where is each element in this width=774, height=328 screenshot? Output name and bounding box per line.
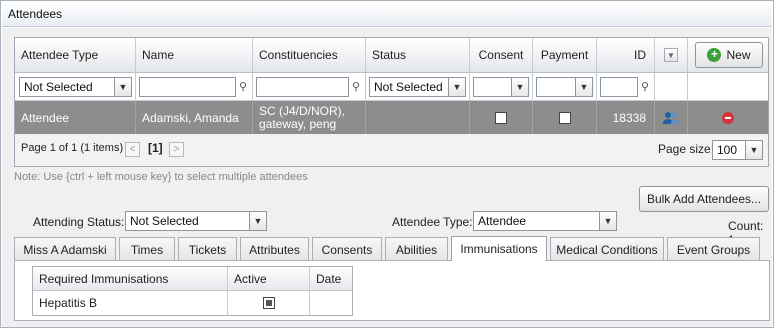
chevron-down-icon[interactable]: ▼ xyxy=(249,212,266,230)
filter-name-input[interactable] xyxy=(139,77,236,97)
filter-constituencies-cell: ⚲ xyxy=(253,73,366,100)
chevron-down-icon[interactable]: ▼ xyxy=(575,78,592,96)
column-header-payment[interactable]: Payment xyxy=(533,38,597,72)
column-header-consent[interactable]: Consent xyxy=(470,38,533,72)
column-header-active[interactable]: Active xyxy=(228,267,310,290)
attendee-type-select[interactable]: Attendee ▼ xyxy=(473,211,617,231)
filter-payment-select[interactable]: ▼ xyxy=(536,77,593,97)
attendee-type-value: Attendee xyxy=(478,214,527,228)
filter-name-cell: ⚲ xyxy=(136,73,253,100)
filter-id-cell: ⚲ xyxy=(597,73,655,100)
tab-tickets[interactable]: Tickets xyxy=(178,237,237,261)
column-header-name[interactable]: Name xyxy=(136,38,253,72)
new-cell: + New xyxy=(688,38,768,72)
row-attendee-type: Attendee xyxy=(15,101,136,134)
immunisations-panel: Required Immunisations Active Date Hepat… xyxy=(14,260,770,321)
person-icon[interactable] xyxy=(663,111,679,125)
filter-attendee-type-select[interactable]: Not Selected ▼ xyxy=(19,77,132,97)
grid-header-row: Attendee Type Name Constituencies Status… xyxy=(15,38,768,73)
tab-abilities[interactable]: Abilities xyxy=(385,237,448,261)
pager-prev-button[interactable]: < xyxy=(125,142,140,157)
column-header-required-immunisations[interactable]: Required Immunisations xyxy=(33,267,228,290)
table-row[interactable]: Attendee Adamski, Amanda SC (J4/D/NOR), … xyxy=(15,101,768,134)
pager-current-page[interactable]: [1] xyxy=(148,141,163,155)
filter-status-cell: Not Selected ▼ xyxy=(366,73,470,100)
filter-consent-select[interactable]: ▼ xyxy=(473,77,529,97)
new-button[interactable]: + New xyxy=(695,42,763,68)
selection-note: Note: Use {ctrl + left mouse key} to sel… xyxy=(14,171,308,183)
filter-status-value: Not Selected xyxy=(374,80,443,94)
tab-immunisations[interactable]: Immunisations xyxy=(451,236,547,261)
filter-id-input[interactable] xyxy=(600,77,638,97)
filter-icon[interactable]: ⚲ xyxy=(239,80,249,94)
attendees-grid: Attendee Type Name Constituencies Status… xyxy=(14,37,769,167)
attending-status-select[interactable]: Not Selected ▼ xyxy=(125,211,267,231)
pager-next-button[interactable]: > xyxy=(169,142,184,157)
immunisation-date xyxy=(310,291,352,315)
column-header-attendee-type[interactable]: Attendee Type xyxy=(15,38,136,72)
pager-info: Page 1 of 1 (1 items) xyxy=(21,142,124,154)
row-id: 18338 xyxy=(597,101,655,134)
filter-icon[interactable]: ⚲ xyxy=(352,80,362,94)
bulk-add-attendees-button[interactable]: Bulk Add Attendees... xyxy=(639,186,769,212)
row-constituencies: SC (J4/D/NOR), gateway, peng xyxy=(253,101,366,134)
filter-empty-cell xyxy=(688,73,768,100)
row-status xyxy=(366,101,470,134)
row-payment xyxy=(533,101,597,134)
tab-medical-conditions[interactable]: Medical Conditions xyxy=(550,237,664,261)
payment-checkbox[interactable] xyxy=(558,111,571,124)
grid-filter-row: Not Selected ▼ ⚲ ⚲ Not Selected ▼ ▼ ▼ ⚲ xyxy=(15,73,768,101)
attending-status-value: Not Selected xyxy=(130,214,199,228)
chevron-down-icon[interactable]: ▼ xyxy=(664,48,678,62)
immunisation-name: Hepatitis B xyxy=(33,291,228,315)
column-header-status[interactable]: Status xyxy=(366,38,470,72)
immunisations-header-row: Required Immunisations Active Date xyxy=(33,267,352,291)
chevron-down-icon[interactable]: ▼ xyxy=(114,78,131,96)
immunisations-table: Required Immunisations Active Date Hepat… xyxy=(32,266,353,316)
column-header-constituencies[interactable]: Constituencies xyxy=(253,38,366,72)
row-consent xyxy=(470,101,533,134)
plus-circle-icon: + xyxy=(707,48,722,62)
page-size-select[interactable]: 100 ▼ xyxy=(712,140,763,160)
chevron-down-icon[interactable]: ▼ xyxy=(511,78,528,96)
tab-strip: Miss A Adamski Times Tickets Attributes … xyxy=(14,236,770,261)
page-size-value: 100 xyxy=(717,143,738,157)
row-constituencies-line2: gateway, peng xyxy=(259,116,337,131)
immunisation-active-cell xyxy=(228,291,310,315)
filter-payment-cell: ▼ xyxy=(533,73,597,100)
new-button-label: New xyxy=(726,48,751,62)
filter-attendee-type-value: Not Selected xyxy=(24,80,93,94)
column-header-date[interactable]: Date xyxy=(310,267,352,290)
filter-consent-cell: ▼ xyxy=(470,73,533,100)
filter-constituencies-input[interactable] xyxy=(256,77,349,97)
row-person-cell xyxy=(655,101,688,134)
filter-icon[interactable]: ⚲ xyxy=(641,80,651,94)
pager: Page 1 of 1 (1 items) < [1] > Page size:… xyxy=(15,134,768,166)
attending-status-label: Attending Status: xyxy=(33,215,125,229)
tab-attributes[interactable]: Attributes xyxy=(240,237,309,261)
panel-title: Attendees xyxy=(2,2,772,27)
column-chooser[interactable]: ▼ xyxy=(655,38,688,72)
tab-consents[interactable]: Consents xyxy=(312,237,382,261)
tab-times[interactable]: Times xyxy=(119,237,175,261)
page-size-label: Page size: xyxy=(658,142,715,156)
table-row[interactable]: Hepatitis B xyxy=(33,291,352,315)
consent-checkbox[interactable] xyxy=(495,111,507,124)
immunisation-active-checkbox[interactable] xyxy=(262,297,275,309)
attendees-panel: Attendees Attendee Type Name Constituenc… xyxy=(0,0,774,328)
row-constituencies-line1: SC (J4/D/NOR), xyxy=(259,103,346,118)
attendee-type-label: Attendee Type: xyxy=(392,215,473,229)
tab-event-groups[interactable]: Event Groups xyxy=(667,237,760,261)
chevron-down-icon[interactable]: ▼ xyxy=(745,141,762,159)
filter-status-select[interactable]: Not Selected ▼ xyxy=(369,77,466,97)
filter-empty-cell xyxy=(655,73,688,100)
row-name: Adamski, Amanda xyxy=(136,101,253,134)
chevron-down-icon[interactable]: ▼ xyxy=(599,212,616,230)
remove-circle-icon[interactable] xyxy=(722,111,734,124)
chevron-down-icon[interactable]: ▼ xyxy=(448,78,465,96)
tab-miss-a-adamski[interactable]: Miss A Adamski xyxy=(14,237,116,261)
row-remove-cell xyxy=(688,101,768,134)
filter-attendee-type-cell: Not Selected ▼ xyxy=(15,73,136,100)
column-header-id[interactable]: ID xyxy=(597,38,655,72)
